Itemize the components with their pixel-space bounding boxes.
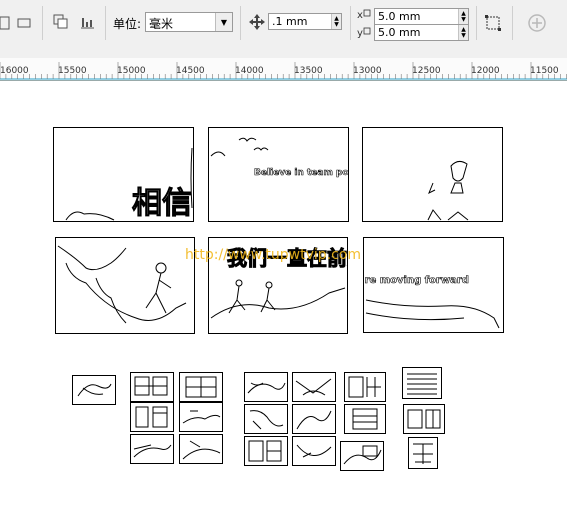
thumbnail-drawing [352,408,378,430]
thumbnail-drawing [133,444,172,458]
artwork-thumbnail[interactable] [292,436,336,466]
runners-drawing [57,245,187,324]
artwork-thumbnail[interactable] [244,404,288,434]
artwork-thumbnail[interactable] [344,372,386,402]
artwork-thumbnail[interactable] [72,375,116,405]
thumbnail-drawing [249,410,284,430]
duplicate-y-input[interactable]: 5.0 mm ▲ ▼ [374,24,469,41]
artwork-frame[interactable]: 相信 团队的力量 [53,127,194,222]
toolbar-separator [512,6,513,40]
artwork-thumbnail[interactable] [244,436,288,466]
nudge-distance-value: .1 mm [272,15,308,28]
thumbnail-drawing [348,376,381,398]
nudge-distance-input[interactable]: .1 mm ▲ ▼ [268,13,342,30]
svg-text:y: y [357,28,363,39]
artwork-thumbnail[interactable] [292,404,336,434]
artwork-thumbnail[interactable] [244,372,288,402]
treat-as-filled-icon[interactable] [482,12,504,34]
artwork-thumbnail[interactable] [292,372,336,402]
artwork-frame[interactable] [362,127,503,222]
artwork-frame[interactable]: We're moving forward [363,237,504,333]
ruler-label: 14500 [176,66,205,76]
duplicate-x-input[interactable]: 5.0 mm ▲ ▼ [374,8,469,25]
thumbnail-drawing [343,445,382,465]
artwork-thumbnail[interactable] [344,404,386,434]
thumbnail-drawing [182,440,221,460]
artwork-frame[interactable]: Believe in team power [208,127,349,222]
thumbnail-drawing [407,409,441,429]
toolbar-separator [350,6,351,40]
current-page-icon[interactable] [77,11,99,33]
artwork-thumbnail[interactable] [402,367,442,399]
toolbar-separator [476,6,477,40]
landscape-icon[interactable] [13,12,35,34]
svg-text:x: x [357,10,363,21]
ruler-label: 12500 [412,66,441,76]
ruler-label: 15500 [58,66,87,76]
thumbnail-drawing [296,410,332,430]
property-bar: 单位: 毫米 ▼ .1 mm ▲ ▼ x 5.0 mm ▲ ▼ y 5.0 mm ▲… [0,0,567,59]
title-text-top: 相信 团队的力量 [131,186,193,222]
duplicate-y-icon: y [355,23,373,41]
toolbar-separator [240,6,241,40]
duplicate-y-value: 5.0 mm [378,26,421,39]
add-icon[interactable] [526,12,548,34]
artwork-thumbnail[interactable] [130,372,174,402]
ruler-label: 16000 [0,66,29,76]
thumbnail-drawing [77,383,112,397]
duplicate-x-spinner[interactable]: ▲ ▼ [458,9,468,24]
thumbnail-drawing [247,382,286,394]
thumbnail-drawing [413,443,433,464]
artwork-frame[interactable] [55,237,195,334]
thumbnail-drawing [185,376,217,398]
thumbnail-drawing [296,444,332,458]
chevron-down-icon[interactable]: ▼ [215,13,232,31]
thumbnail-drawing [134,376,168,396]
ruler-label: 15000 [117,66,146,76]
artwork-thumbnail[interactable] [179,402,223,432]
ruler-label: 11500 [530,66,559,76]
artwork-thumbnail[interactable] [130,402,174,432]
duplicate-x-icon: x [355,5,373,23]
horizontal-ruler[interactable]: 16000 15500 15000 14500 14000 13500 1300… [0,58,567,81]
tagline-top: Believe in team power [254,168,349,179]
ruler-label: 12000 [471,66,500,76]
artwork-thumbnail[interactable] [179,372,223,402]
artwork-thumbnail[interactable] [130,434,174,464]
artwork-thumbnail[interactable] [403,404,445,434]
artwork-thumbnail[interactable] [340,441,384,471]
all-pages-icon[interactable] [50,11,72,33]
toolbar-separator [105,6,106,40]
unit-select[interactable]: 毫米 ▼ [145,12,233,32]
unit-label: 单位: [113,17,142,31]
artwork-thumbnail[interactable] [179,434,223,464]
thumbnail-drawing [248,440,282,462]
ruler-label: 14000 [235,66,264,76]
nudge-icon [246,11,268,33]
thumbnail-drawing [407,373,437,395]
nudge-spinner[interactable]: ▲ ▼ [331,14,341,29]
ruler-label: 13500 [294,66,323,76]
artwork-thumbnail[interactable] [408,437,438,469]
toolbar-separator [42,6,43,40]
duplicate-x-value: 5.0 mm [378,10,421,23]
tagline-bottom: We're moving forward [364,275,469,287]
trophy-drawing [427,160,469,221]
thumbnail-drawing [135,406,168,428]
watermark: http://www.tupwtvip.com [185,247,362,263]
thumbnail-drawing [182,410,221,424]
duplicate-y-spinner[interactable]: ▲ ▼ [458,25,468,40]
unit-value: 毫米 [149,17,174,31]
ruler-label: 13000 [353,66,382,76]
thumbnail-drawing [295,378,332,396]
